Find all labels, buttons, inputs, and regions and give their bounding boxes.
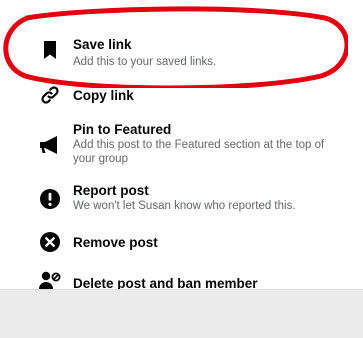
save-link-item[interactable]: Save link Add this to your saved links. [0,28,363,76]
copy-link-label: Copy link [73,88,134,103]
remove-circle-icon [38,230,62,254]
post-options-sheet: Save link Add this to your saved links. … [0,0,363,290]
megaphone-icon [38,133,62,157]
report-post-description: We won't let Susan know who reported thi… [73,200,296,212]
report-post-item[interactable]: Report post We won't let Susan know who … [0,178,363,216]
pin-to-featured-item[interactable]: Pin to Featured Add this post to the Fea… [0,117,363,169]
bottom-panel [0,289,363,338]
save-link-label: Save link [73,37,132,52]
report-post-label: Report post [73,183,149,198]
exclamation-icon [38,187,62,211]
pin-to-featured-label: Pin to Featured [73,122,172,137]
remove-post-label: Remove post [73,235,158,250]
save-link-description: Add this to your saved links. [73,56,217,68]
delete-post-and-ban-member-item[interactable]: Delete post and ban member [0,266,363,290]
bookmark-icon [38,38,62,62]
remove-post-item[interactable]: Remove post [0,228,363,256]
delete-post-and-ban-member-label: Delete post and ban member [73,276,258,290]
pin-to-featured-description: Add this post to the Featured section at… [73,139,325,165]
copy-link-item[interactable]: Copy link [0,80,363,110]
link-icon [38,83,62,107]
ban-member-icon [38,269,62,290]
